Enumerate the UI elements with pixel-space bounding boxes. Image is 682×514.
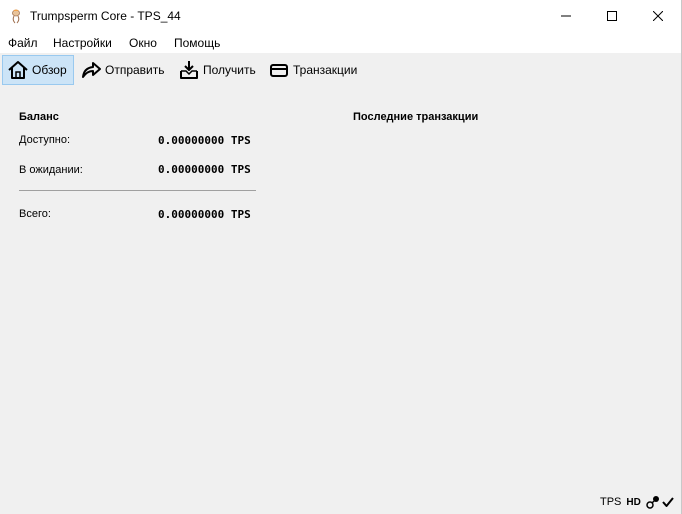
total-label: Всего: bbox=[19, 208, 51, 220]
overview-tab[interactable]: Обзор bbox=[2, 55, 74, 85]
toolbar: Обзор Отправить Получить Транзакции bbox=[0, 53, 681, 88]
send-label: Отправить bbox=[105, 63, 165, 77]
transactions-tab[interactable]: Транзакции bbox=[264, 55, 361, 85]
main-window: Trumpsperm Core - TPS_44 Файл Настройки … bbox=[0, 0, 682, 514]
transactions-label: Транзакции bbox=[293, 63, 358, 77]
home-icon bbox=[8, 61, 28, 79]
sync-complete-icon bbox=[662, 497, 674, 507]
receive-tab[interactable]: Получить bbox=[174, 55, 260, 85]
recent-transactions-title: Последние транзакции bbox=[353, 111, 479, 123]
total-value[interactable]: 0.00000000 TPS bbox=[158, 208, 251, 221]
window-title: Trumpsperm Core - TPS_44 bbox=[30, 9, 181, 23]
balance-title: Баланс bbox=[19, 111, 59, 123]
pending-value[interactable]: 0.00000000 TPS bbox=[158, 163, 251, 176]
status-bar: TPS HD bbox=[600, 494, 675, 510]
send-tab[interactable]: Отправить bbox=[76, 55, 169, 85]
balance-divider bbox=[19, 190, 256, 191]
menu-bar: Файл Настройки Окно Помощь bbox=[0, 32, 681, 53]
overview-page: Баланс Доступно: 0.00000000 TPS В ожидан… bbox=[0, 88, 681, 514]
menu-settings[interactable]: Настройки bbox=[53, 36, 112, 50]
title-bar[interactable]: Trumpsperm Core - TPS_44 bbox=[0, 0, 681, 32]
maximize-button[interactable] bbox=[589, 0, 635, 32]
app-icon bbox=[12, 9, 20, 24]
unit-selector[interactable]: TPS bbox=[600, 496, 621, 508]
minimize-button[interactable] bbox=[543, 0, 589, 32]
minimize-icon bbox=[561, 15, 571, 17]
overview-label: Обзор bbox=[32, 63, 67, 77]
menu-window[interactable]: Окно bbox=[129, 36, 157, 50]
pending-label: В ожидании: bbox=[19, 164, 83, 176]
available-value[interactable]: 0.00000000 TPS bbox=[158, 134, 251, 147]
network-activity-icon bbox=[646, 496, 659, 509]
hd-wallet-icon: HD bbox=[626, 496, 641, 508]
menu-file[interactable]: Файл bbox=[8, 36, 38, 50]
close-button[interactable] bbox=[635, 0, 681, 32]
card-icon bbox=[270, 64, 288, 77]
close-icon bbox=[653, 11, 663, 21]
maximize-icon bbox=[607, 11, 617, 21]
receive-label: Получить bbox=[203, 63, 256, 77]
receive-icon bbox=[180, 61, 198, 79]
available-label: Доступно: bbox=[19, 134, 71, 146]
send-icon bbox=[82, 62, 101, 78]
menu-help[interactable]: Помощь bbox=[174, 36, 220, 50]
